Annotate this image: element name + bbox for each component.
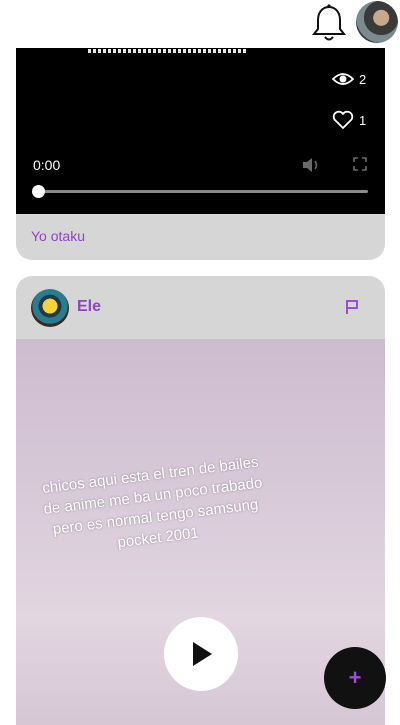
volume-icon[interactable] xyxy=(301,156,321,174)
views-count: 2 xyxy=(359,72,367,87)
video-frame-dots xyxy=(88,49,248,53)
eye-icon xyxy=(332,73,354,85)
play-button[interactable] xyxy=(164,617,238,691)
video-overlay-text: chicos aqui esta el tren de bailes de an… xyxy=(41,453,264,552)
seek-bar[interactable] xyxy=(38,190,368,193)
author-avatar[interactable] xyxy=(31,289,69,327)
create-post-button[interactable]: + xyxy=(324,647,386,709)
likes-count: 1 xyxy=(359,113,367,128)
top-bar xyxy=(0,0,400,48)
author-name[interactable]: Ele xyxy=(77,298,101,316)
user-avatar[interactable] xyxy=(356,1,398,43)
seek-thumb[interactable] xyxy=(32,185,45,198)
fullscreen-icon[interactable] xyxy=(353,157,367,171)
plus-icon: + xyxy=(348,665,362,690)
heart-icon[interactable] xyxy=(332,110,354,130)
post-caption: Yo otaku xyxy=(31,228,85,244)
flag-icon[interactable] xyxy=(345,299,359,315)
bell-icon[interactable] xyxy=(309,3,349,43)
play-icon xyxy=(193,642,212,666)
current-time: 0:00 xyxy=(33,157,61,173)
